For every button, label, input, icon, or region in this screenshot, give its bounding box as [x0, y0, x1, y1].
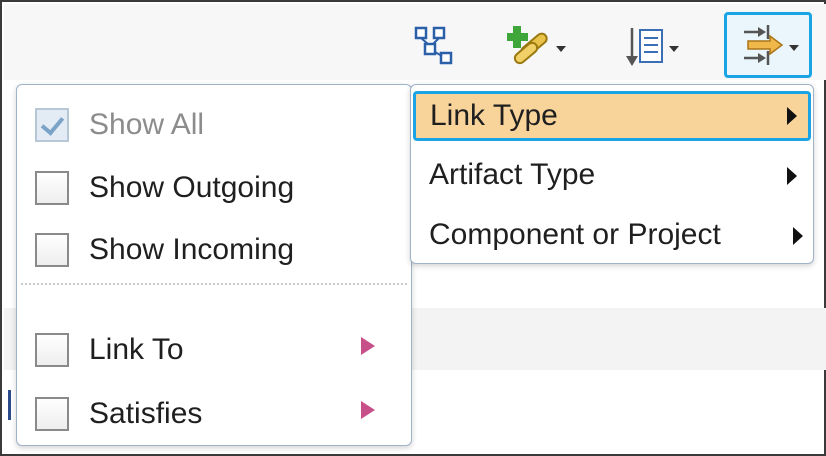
link-filter-button[interactable]	[724, 12, 812, 78]
menu-item-component-or-project[interactable]: Component or Project	[411, 205, 813, 265]
link-filter-menu: Show All Show Outgoing Show Incoming Lin…	[16, 84, 412, 446]
menu-item-link-to[interactable]: Link To	[17, 319, 184, 381]
submenu-arrow-icon	[787, 167, 797, 185]
menu-item-label: Show Incoming	[89, 233, 295, 266]
menu-item-satisfies[interactable]: Satisfies	[17, 383, 202, 445]
menu-item-label: Artifact Type	[429, 158, 596, 191]
menu-item-artifact-type[interactable]: Artifact Type	[411, 145, 813, 205]
menu-item-label: Show Outgoing	[89, 171, 295, 204]
menu-separator	[21, 283, 407, 285]
dropdown-caret-icon	[555, 46, 566, 52]
graph-view-button[interactable]	[408, 18, 460, 74]
menu-item-link-type[interactable]: Link Type	[413, 91, 811, 141]
selection-marker	[8, 390, 11, 420]
filter-type-menu: Link Type Artifact Type Component or Pro…	[410, 84, 814, 264]
show-all-checkbox[interactable]	[35, 108, 69, 142]
menu-item-label: Satisfies	[89, 397, 203, 430]
satisfies-checkbox[interactable]	[35, 397, 69, 431]
show-outgoing-checkbox[interactable]	[35, 171, 69, 205]
window-frame: Show All Show Outgoing Show Incoming Lin…	[0, 0, 826, 456]
graph-nodes-icon	[414, 26, 453, 65]
menu-item-label: Show All	[89, 108, 205, 141]
link-to-checkbox[interactable]	[35, 333, 69, 367]
submenu-arrow-icon	[787, 107, 797, 125]
menu-item-show-outgoing[interactable]: Show Outgoing	[17, 157, 294, 219]
sort-list-icon	[625, 28, 663, 66]
menu-item-show-all[interactable]: Show All	[17, 97, 204, 153]
submenu-arrow-icon	[361, 401, 375, 419]
dropdown-caret-icon	[788, 45, 799, 51]
submenu-arrow-icon	[361, 337, 375, 355]
link-direction-filter-icon	[743, 25, 783, 65]
submenu-arrow-icon	[793, 227, 803, 245]
menu-item-label: Link Type	[430, 99, 558, 132]
menu-item-show-incoming[interactable]: Show Incoming	[17, 219, 294, 281]
menu-item-label: Component or Project	[429, 218, 721, 251]
sort-button[interactable]	[616, 18, 686, 74]
dropdown-caret-icon	[668, 46, 679, 52]
toolbar	[4, 4, 826, 80]
show-incoming-checkbox[interactable]	[35, 233, 69, 267]
add-link-button[interactable]	[500, 18, 572, 74]
add-link-icon	[506, 26, 548, 65]
menu-item-label: Link To	[89, 333, 184, 366]
